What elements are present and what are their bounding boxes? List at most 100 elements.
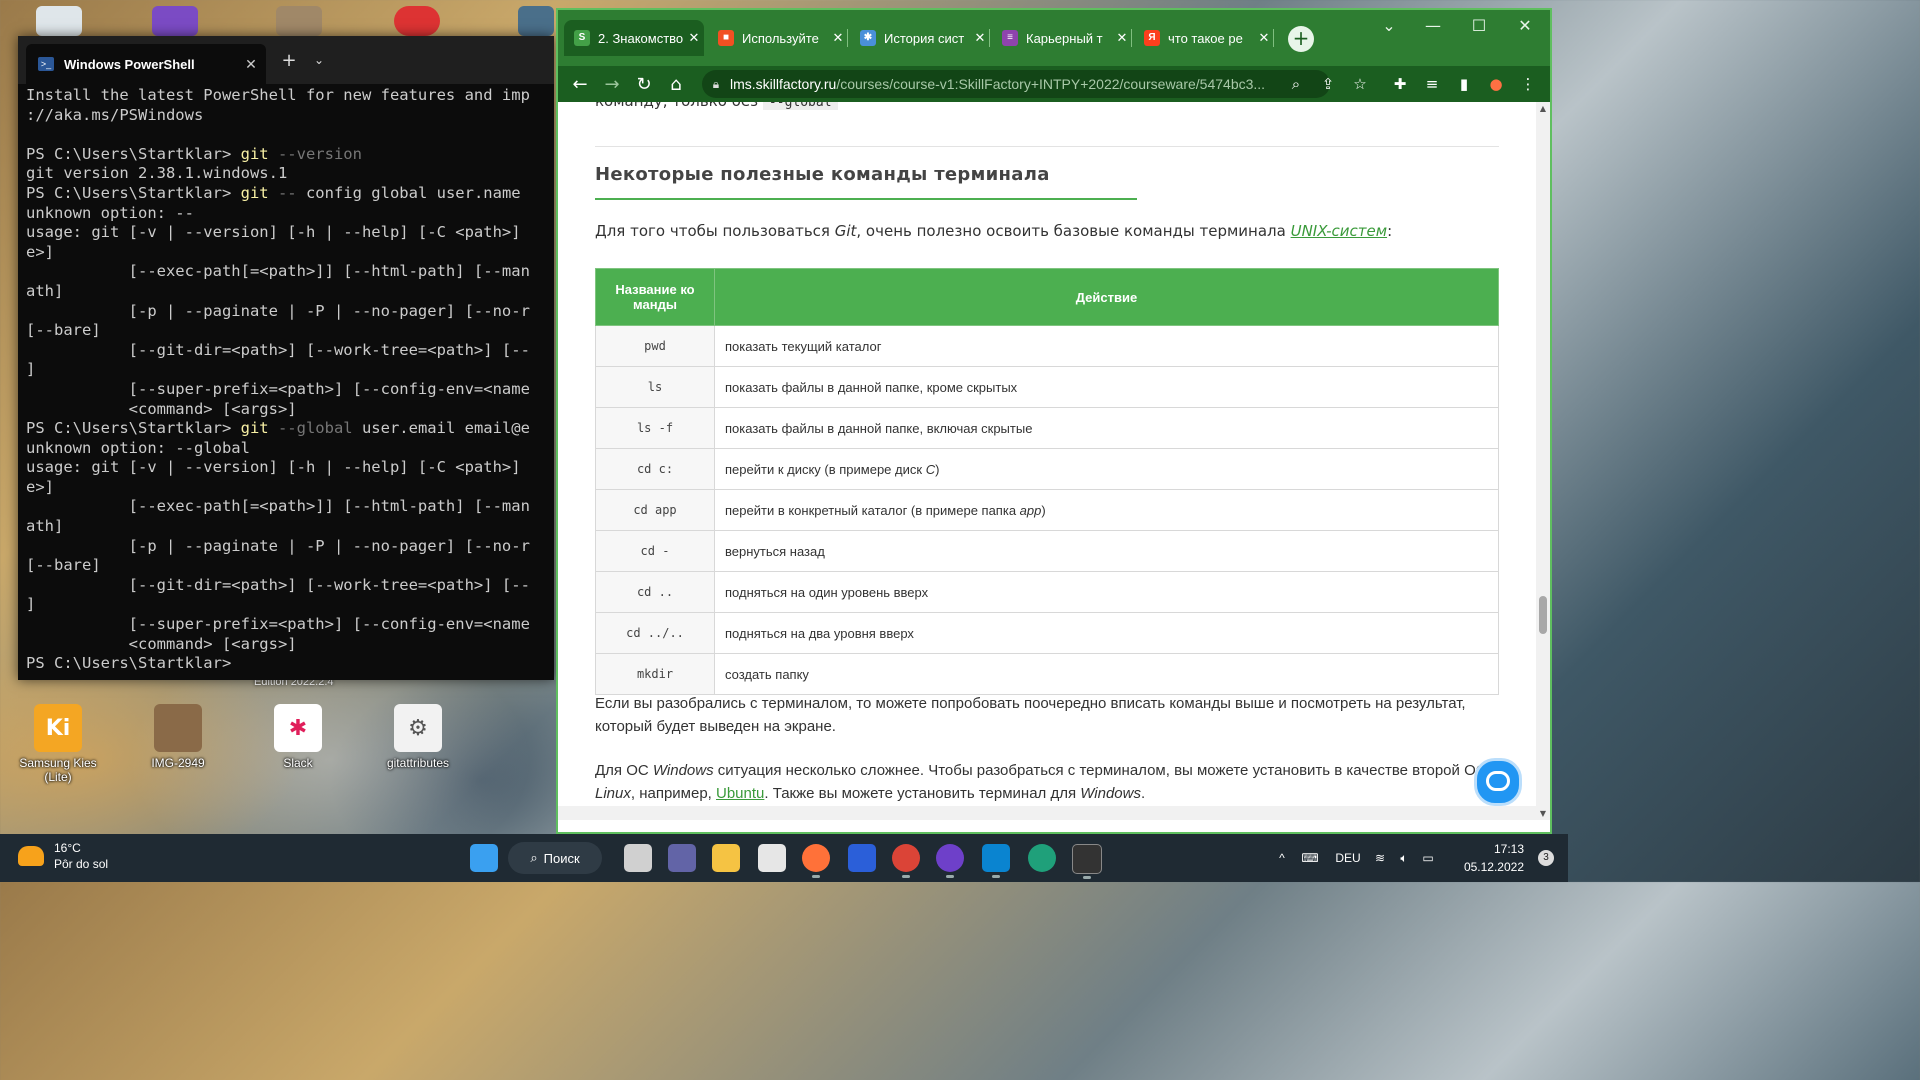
side-panel-icon[interactable]: ▮ [1448, 75, 1480, 93]
profile-avatar-icon[interactable]: ● [1480, 75, 1512, 93]
section-heading: Некоторые полезные команды терминала [595, 164, 1050, 185]
tab-close-icon[interactable]: ✕ [970, 30, 990, 46]
desktop-icon-gitattributes[interactable]: ⚙ gitattributes [368, 704, 468, 770]
file-explorer-icon[interactable] [712, 844, 740, 872]
battery-icon[interactable]: ▭ [1416, 851, 1440, 865]
chrome-window[interactable]: S 2. Знакомство ✕ ■ Используйте ✕ ✱ История сис… [556, 8, 1552, 834]
back-arrow-icon[interactable]: ← [564, 74, 596, 95]
task-view-icon[interactable] [624, 844, 652, 872]
new-tab-plus-icon[interactable]: + [1288, 26, 1314, 52]
unix-link[interactable]: UNIX-систем [1291, 222, 1387, 240]
powershell-window[interactable]: >_ Windows PowerShell ✕ + ⌄ Install the … [18, 36, 554, 680]
para-text: . [1140, 785, 1146, 802]
table-row: cd app перейти в конкретный каталог (в пр… [595, 489, 1499, 531]
minimize-icon[interactable]: — [1410, 10, 1456, 42]
whatsapp-icon[interactable] [152, 6, 198, 36]
powershell-tab[interactable]: >_ Windows PowerShell ✕ [26, 44, 266, 84]
tab-favicon-icon: Я [1144, 30, 1160, 46]
action-cell: перейти к диску (в примере диск C) [714, 448, 1499, 490]
notification-badge[interactable]: 3 [1538, 850, 1554, 866]
action-text: перейти к диску (в примере диск [725, 461, 926, 477]
command-cell: ls [595, 366, 715, 408]
terminal-line: unknown option: --global [26, 439, 546, 459]
browser-tab[interactable]: S 2. Знакомство ✕ [564, 20, 704, 56]
recycle-bin-icon[interactable] [36, 6, 82, 36]
new-tab-plus-icon[interactable]: + [274, 50, 304, 71]
terminal-line: [-p | --paginate | -P | --no-pager] [--n… [26, 537, 546, 557]
home-icon[interactable]: ⌂ [660, 74, 692, 95]
teams-chat-icon[interactable] [668, 844, 696, 872]
terminal-line: [--exec-path[=<path>]] [--html-path] [--… [26, 262, 546, 282]
store-icon[interactable] [758, 844, 786, 872]
zoom-search-icon[interactable]: ⌕ [1280, 75, 1312, 93]
vertical-scrollbar[interactable]: ▲ ▼ [1536, 102, 1550, 820]
chrome-desktop-icon[interactable] [394, 6, 440, 36]
tab-label: что такое ре [1168, 30, 1243, 46]
paragraph-windows: Для ОС Windows ситуация несколько сложне… [595, 759, 1499, 805]
browser-tab[interactable]: ≡ Карьерный т ✕ [992, 20, 1132, 56]
lock-icon[interactable]: 🔒︎ [702, 77, 730, 92]
page-content: команду, только без --global Некоторые п… [558, 102, 1536, 820]
desktop-icon-samsung-kies[interactable]: Ki Samsung Kies (Lite) [8, 704, 108, 784]
keyboard-icon[interactable]: ⌨ [1292, 851, 1328, 865]
reload-icon[interactable]: ↻ [628, 74, 660, 95]
terminal-text: --global [268, 419, 353, 438]
terminal-output[interactable]: Install the latest PowerShell for new fe… [18, 84, 554, 676]
app-desktop-icon[interactable] [518, 6, 554, 36]
chevron-down-icon[interactable]: ⌄ [304, 53, 334, 67]
bookmark-star-icon[interactable]: ☆ [1344, 75, 1376, 93]
address-bar[interactable]: 🔒︎ lms.skillfactory.ru /courses/course-v… [702, 70, 1330, 98]
browser-tab[interactable]: Ячто такое ре ✕ [1134, 20, 1274, 56]
github-desktop-icon[interactable] [936, 844, 964, 878]
terminal-text: [--super-prefix=<path>] [--config-env=<n… [26, 615, 530, 634]
tab-search-chevron-icon[interactable]: ⌄ [1366, 10, 1412, 42]
terminal-text: <command> [<args>] [26, 634, 297, 653]
action-text: подняться на два уровня вверх [725, 625, 914, 641]
chrome-taskbar-icon[interactable] [892, 844, 920, 878]
sun-cloud-icon [18, 846, 44, 866]
volume-icon[interactable]: 🔈︎ [1392, 851, 1416, 866]
scroll-up-arrow-icon[interactable]: ▲ [1536, 104, 1550, 113]
vscode-icon[interactable] [982, 844, 1010, 878]
windows-start-icon[interactable] [470, 844, 498, 872]
desktop-icon-slack[interactable]: ✱ Slack [248, 704, 348, 770]
para-text: ситуация несколько сложнее. Чтобы разобр… [713, 762, 1487, 779]
close-icon[interactable]: ✕ [236, 56, 266, 73]
tab-close-icon[interactable]: ✕ [1254, 30, 1274, 46]
extensions-puzzle-icon[interactable]: ✚ [1384, 75, 1416, 93]
language-indicator[interactable]: DEU [1328, 851, 1368, 865]
chat-widget-icon[interactable] [1474, 758, 1522, 806]
tab-favicon-icon: ✱ [860, 30, 876, 46]
reading-list-icon[interactable]: ≡ [1416, 75, 1448, 93]
intro-text-end: : [1387, 222, 1393, 240]
forward-arrow-icon[interactable]: → [596, 74, 628, 95]
terminal-text: [--super-prefix=<path>] [--config-env=<n… [26, 379, 530, 398]
tray-chevron-up-icon[interactable]: ^ [1272, 851, 1292, 865]
scroll-down-arrow-icon[interactable]: ▼ [1536, 809, 1550, 818]
tab-close-icon[interactable]: ✕ [828, 30, 848, 46]
powerautomate-icon[interactable] [848, 844, 876, 872]
maximize-icon[interactable]: ☐ [1456, 10, 1502, 42]
edge-icon[interactable] [1028, 844, 1056, 872]
action-text: подняться на один уровень вверх [725, 584, 929, 600]
wifi-icon[interactable]: ≋ [1368, 851, 1392, 865]
taskbar-clock[interactable]: 17:13 05.12.2022 [1464, 840, 1524, 876]
tab-close-icon[interactable]: ✕ [1112, 30, 1132, 46]
browser-tab[interactable]: ✱ История сист ✕ [850, 20, 990, 56]
scrollbar-thumb[interactable] [1539, 596, 1547, 634]
desktop-icon-img-2949[interactable]: IMG-2949 [128, 704, 228, 770]
taskbar-search[interactable]: ⌕ Поиск [508, 842, 602, 874]
close-window-icon[interactable]: ✕ [1502, 10, 1548, 42]
weather-widget[interactable]: 16°C Pôr do sol [18, 840, 108, 872]
file-icon[interactable] [276, 6, 322, 36]
browser-tab[interactable]: ■ Используйте ✕ [708, 20, 848, 56]
firefox-icon[interactable] [802, 844, 830, 878]
share-icon[interactable]: ⇪ [1312, 75, 1344, 93]
action-text: перейти в конкретный каталог (в примере … [725, 502, 1020, 518]
tab-close-icon[interactable]: ✕ [684, 30, 704, 46]
menu-kebab-icon[interactable]: ⋮ [1512, 75, 1544, 93]
horizontal-scrollbar[interactable] [558, 806, 1536, 820]
powershell-titlebar[interactable]: >_ Windows PowerShell ✕ + ⌄ [18, 36, 554, 84]
ubuntu-link[interactable]: Ubuntu [716, 785, 764, 802]
terminal-icon[interactable] [1072, 844, 1102, 879]
